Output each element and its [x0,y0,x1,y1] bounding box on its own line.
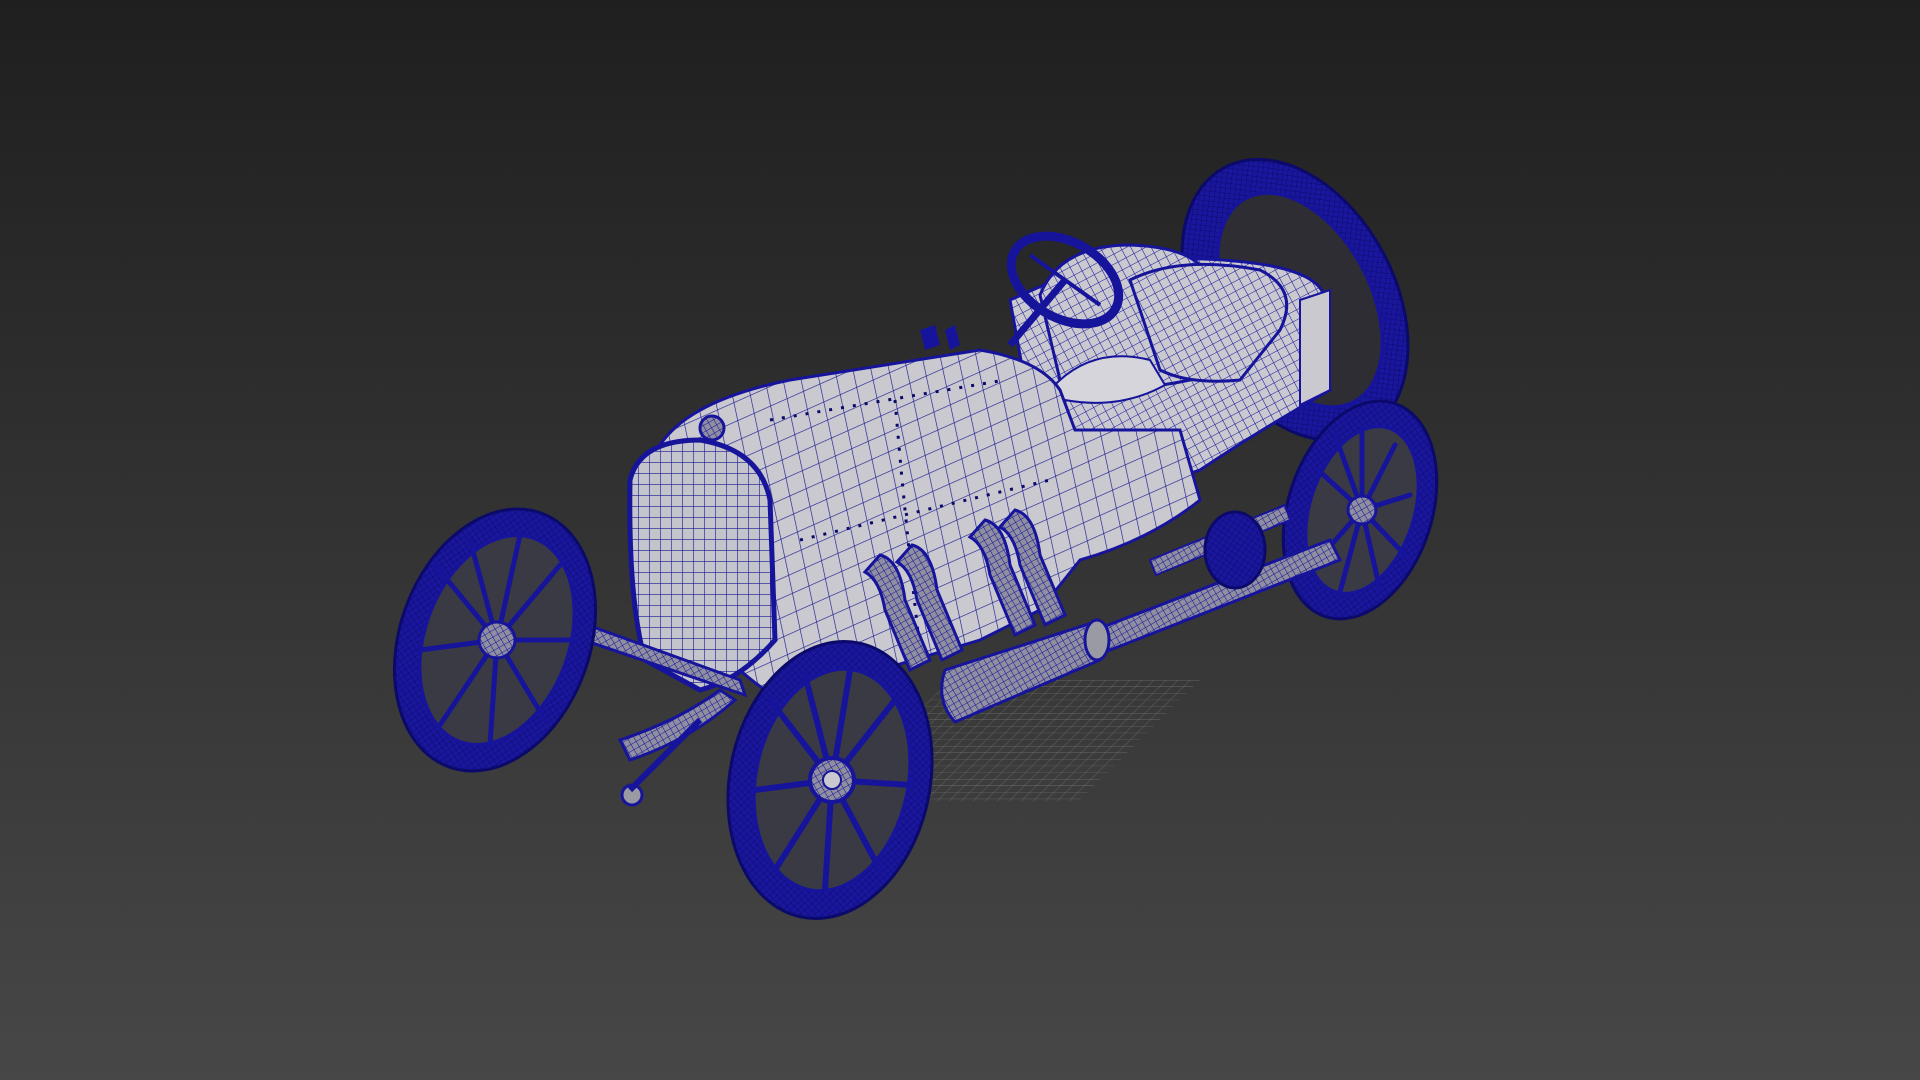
3d-viewport[interactable] [0,0,1920,1080]
viewport-scene[interactable] [0,0,1920,1080]
